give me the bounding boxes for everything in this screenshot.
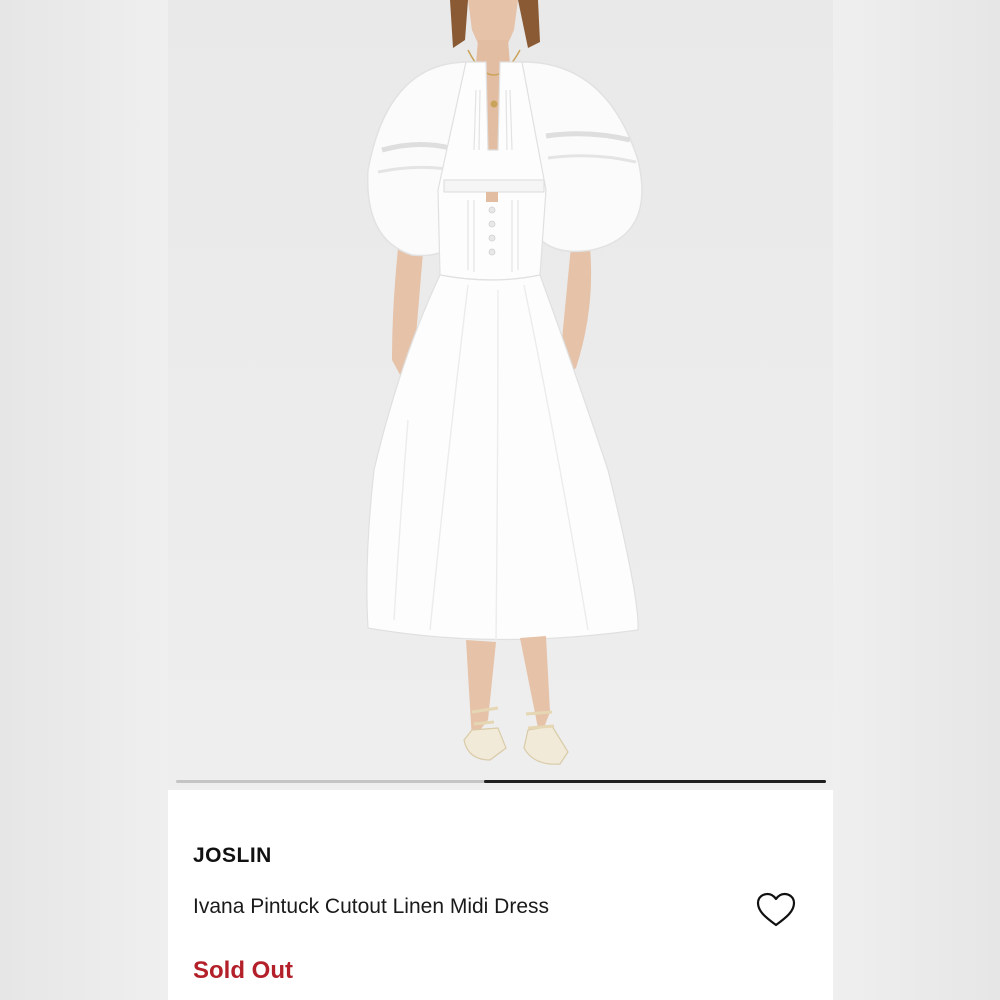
product-photo xyxy=(366,0,643,765)
product-title[interactable]: Ivana Pintuck Cutout Linen Midi Dress xyxy=(193,895,549,919)
heart-outline-icon xyxy=(756,892,796,927)
brand-name[interactable]: JOSLIN xyxy=(193,844,272,868)
right-backdrop xyxy=(833,0,1000,1000)
product-info: JOSLIN Ivana Pintuck Cutout Linen Midi D… xyxy=(168,790,833,1000)
wishlist-button[interactable] xyxy=(755,891,797,929)
carousel-scroll-thumb[interactable] xyxy=(484,780,826,783)
stock-status: Sold Out xyxy=(193,957,293,984)
left-backdrop xyxy=(0,0,168,1000)
product-card[interactable]: JOSLIN Ivana Pintuck Cutout Linen Midi D… xyxy=(168,0,833,1000)
product-image-carousel[interactable] xyxy=(168,0,833,790)
